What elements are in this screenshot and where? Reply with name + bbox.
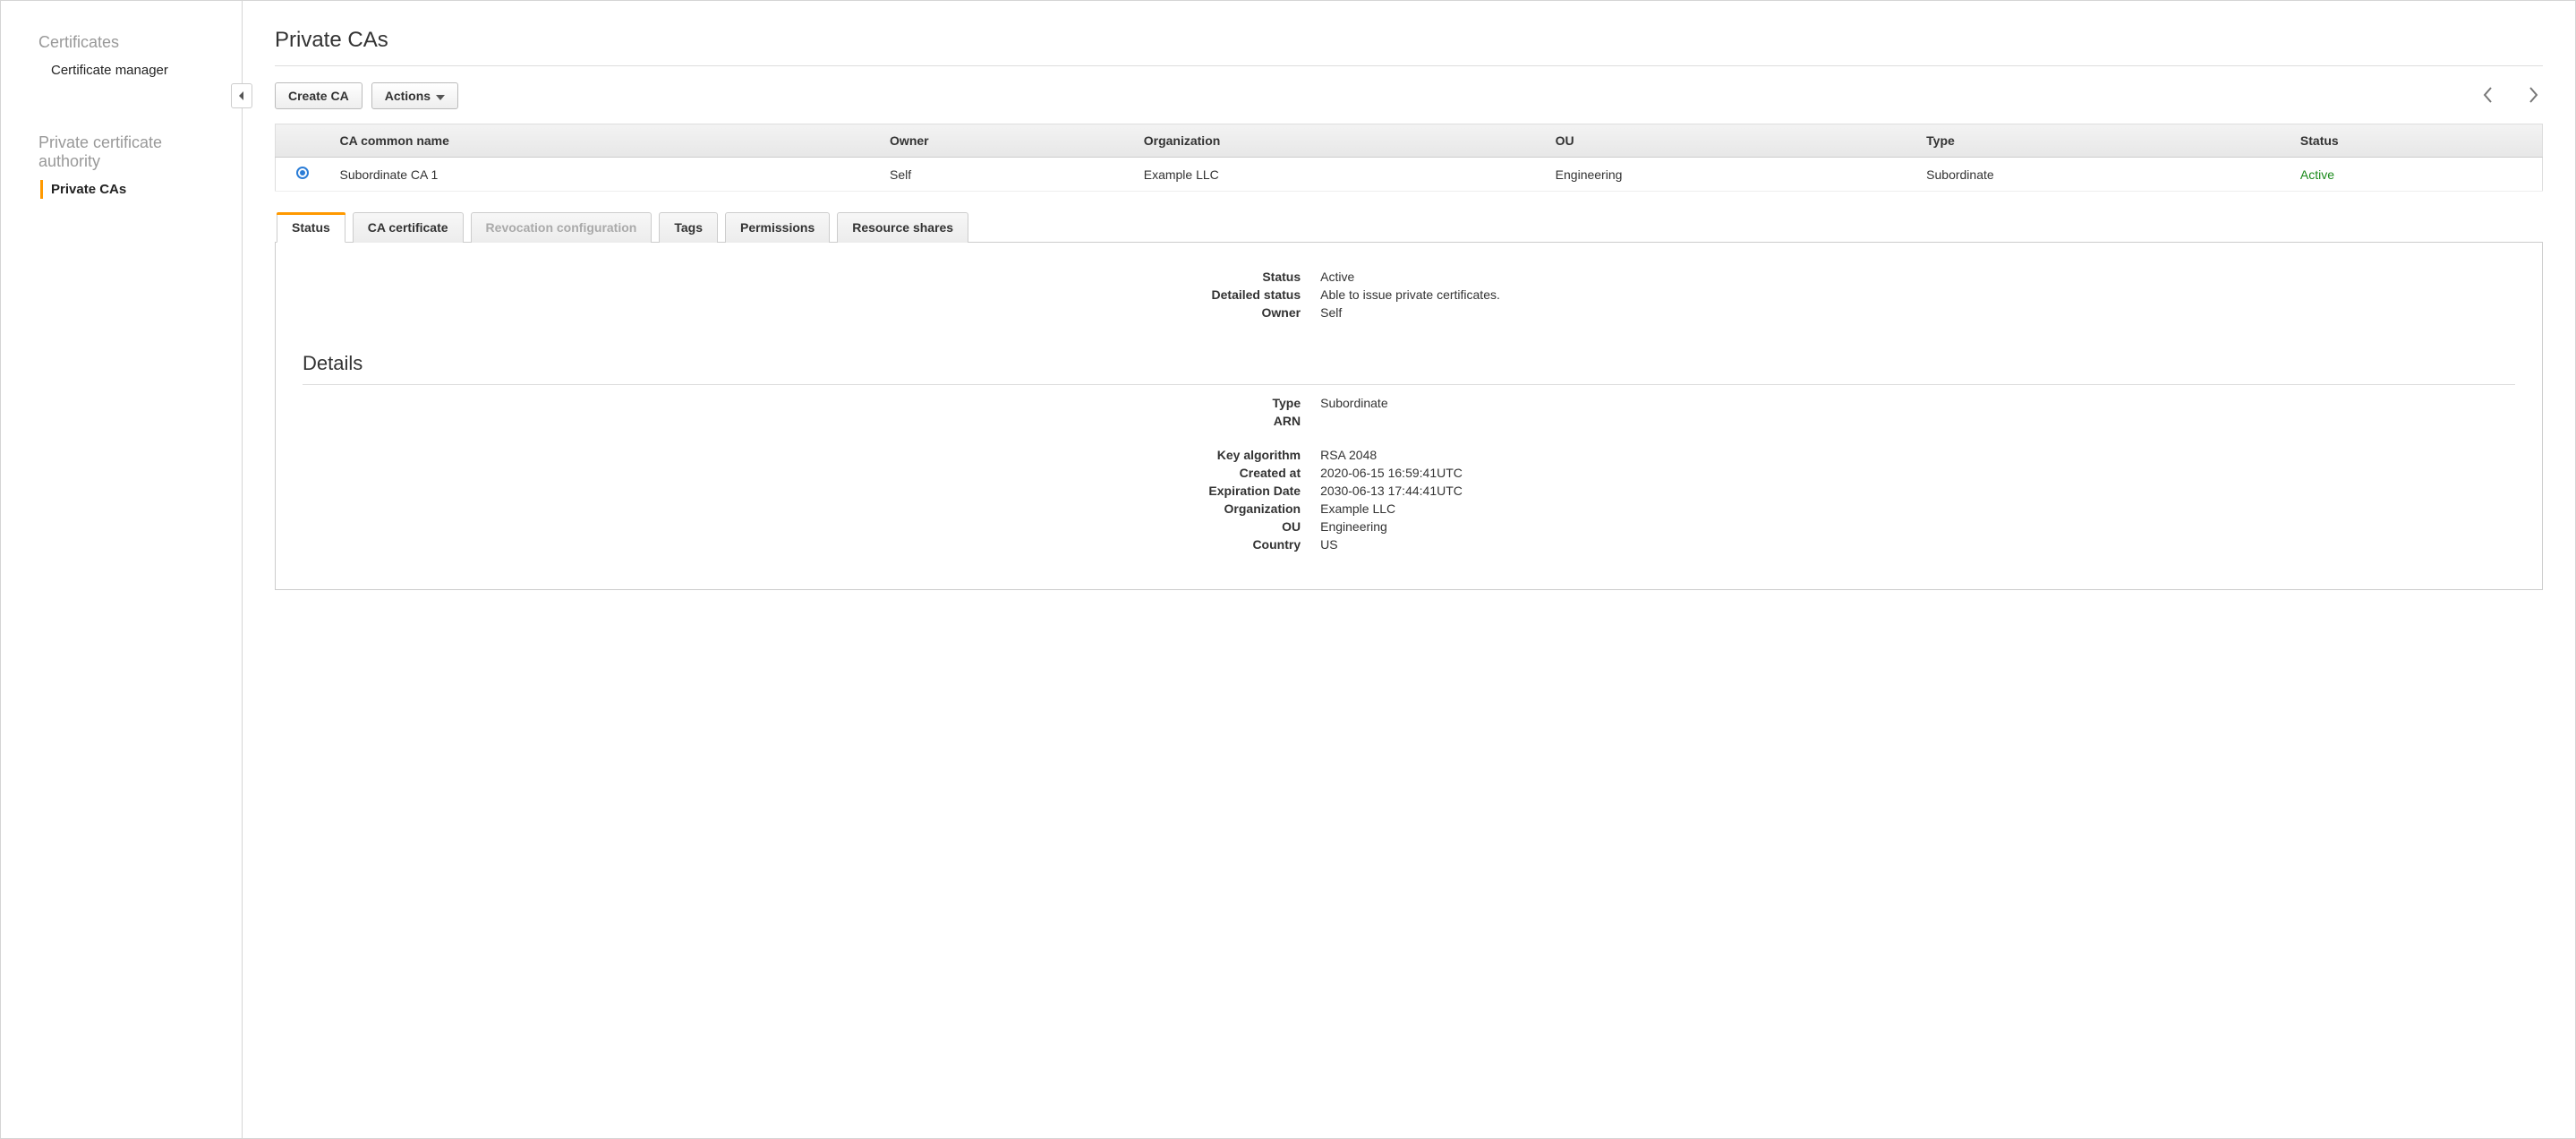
chevron-right-icon — [2528, 87, 2538, 106]
sidebar-collapse-button[interactable] — [231, 83, 252, 108]
cell-owner: Self — [879, 158, 1133, 192]
def-label: Detailed status — [303, 287, 1320, 302]
def-row-key-algorithm: Key algorithm RSA 2048 — [303, 446, 2515, 464]
cell-name: Subordinate CA 1 — [329, 158, 880, 192]
button-label: Actions — [385, 89, 431, 103]
pager-next-button[interactable] — [2523, 86, 2543, 106]
def-value: US — [1320, 537, 1337, 552]
cell-type: Subordinate — [1915, 158, 2290, 192]
main-content: Private CAs Create CA Actions — [243, 1, 2575, 1138]
sidebar-item-private-cas[interactable]: Private CAs — [1, 176, 242, 202]
def-row-created: Created at 2020-06-15 16:59:41UTC — [303, 464, 2515, 482]
def-row-arn: ARN — [303, 412, 2515, 430]
def-label: Key algorithm — [303, 448, 1320, 462]
def-row-organization: Organization Example LLC — [303, 500, 2515, 518]
cell-ou: Engineering — [1545, 158, 1915, 192]
def-label: Type — [303, 396, 1320, 410]
table-header-status[interactable]: Status — [2290, 124, 2543, 158]
def-value: 2020-06-15 16:59:41UTC — [1320, 466, 1463, 480]
create-ca-button[interactable]: Create CA — [275, 82, 363, 109]
def-row-country: Country US — [303, 535, 2515, 553]
table-header-type[interactable]: Type — [1915, 124, 2290, 158]
def-value: Self — [1320, 305, 1342, 320]
sidebar-group-title: Certificates — [1, 28, 242, 57]
table-header-row: CA common name Owner Organization OU Typ… — [276, 124, 2543, 158]
cell-status: Active — [2290, 158, 2543, 192]
def-label: Country — [303, 537, 1320, 552]
def-row-type: Type Subordinate — [303, 394, 2515, 412]
table-row[interactable]: Subordinate CA 1 Self Example LLC Engine… — [276, 158, 2543, 192]
def-value: Active — [1320, 270, 1354, 284]
def-value: 2030-06-13 17:44:41UTC — [1320, 484, 1463, 498]
chevron-down-icon — [436, 89, 445, 103]
def-value: RSA 2048 — [1320, 448, 1377, 462]
chevron-left-icon — [2483, 87, 2494, 106]
tab-status[interactable]: Status — [277, 212, 345, 243]
sidebar-item-certificate-manager[interactable]: Certificate manager — [1, 57, 242, 83]
def-value: Subordinate — [1320, 396, 1388, 410]
def-label: Organization — [303, 501, 1320, 516]
def-label: OU — [303, 519, 1320, 534]
def-row-owner: Owner Self — [303, 304, 2515, 321]
def-row-ou: OU Engineering — [303, 518, 2515, 535]
tab-permissions[interactable]: Permissions — [725, 212, 830, 243]
details-heading: Details — [303, 352, 2515, 385]
status-summary: Status Active Detailed status Able to is… — [303, 268, 2515, 321]
tab-panel-status: Status Active Detailed status Able to is… — [275, 243, 2543, 590]
pager-prev-button[interactable] — [2478, 86, 2498, 106]
def-row-expires: Expiration Date 2030-06-13 17:44:41UTC — [303, 482, 2515, 500]
ca-table: CA common name Owner Organization OU Typ… — [275, 124, 2543, 192]
def-label: ARN — [303, 414, 1320, 428]
def-gap — [303, 430, 2515, 446]
tab-ca-certificate[interactable]: CA certificate — [353, 212, 464, 243]
table-header-owner[interactable]: Owner — [879, 124, 1133, 158]
table-header-name[interactable]: CA common name — [329, 124, 880, 158]
details-block: Type Subordinate ARN Key algorithm RSA 2… — [303, 394, 2515, 553]
def-label: Created at — [303, 466, 1320, 480]
chevron-left-icon — [238, 89, 245, 103]
def-label: Owner — [303, 305, 1320, 320]
tab-bar: Status CA certificate Revocation configu… — [275, 211, 2543, 243]
row-select-cell[interactable] — [276, 158, 329, 192]
sidebar-group-certificates: Certificates Certificate manager — [1, 28, 242, 83]
table-header-ou[interactable]: OU — [1545, 124, 1915, 158]
page-title: Private CAs — [275, 28, 2543, 66]
sidebar-group-pca: Private certificate authority Private CA… — [1, 128, 242, 202]
cell-org: Example LLC — [1133, 158, 1545, 192]
app-frame: Certificates Certificate manager Private… — [0, 0, 2576, 1139]
radio-selected-icon[interactable] — [296, 167, 309, 179]
sidebar-group-title: Private certificate authority — [1, 128, 242, 176]
def-value: Able to issue private certificates. — [1320, 287, 1500, 302]
sidebar: Certificates Certificate manager Private… — [1, 1, 243, 1138]
tab-resource-shares[interactable]: Resource shares — [837, 212, 968, 243]
tab-revocation-config: Revocation configuration — [471, 212, 653, 243]
def-label: Expiration Date — [303, 484, 1320, 498]
def-label: Status — [303, 270, 1320, 284]
actions-button[interactable]: Actions — [371, 82, 458, 109]
def-value: Engineering — [1320, 519, 1387, 534]
table-header-org[interactable]: Organization — [1133, 124, 1545, 158]
tab-tags[interactable]: Tags — [659, 212, 718, 243]
button-label: Create CA — [288, 89, 349, 103]
table-header-select — [276, 124, 329, 158]
def-row-detailed-status: Detailed status Able to issue private ce… — [303, 286, 2515, 304]
def-row-status: Status Active — [303, 268, 2515, 286]
def-value: Example LLC — [1320, 501, 1395, 516]
toolbar: Create CA Actions — [275, 82, 2543, 109]
